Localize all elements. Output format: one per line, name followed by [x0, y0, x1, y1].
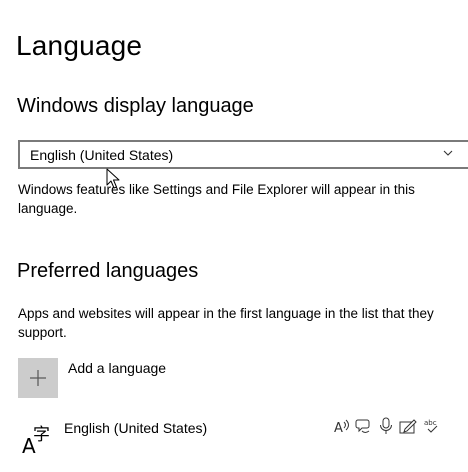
display-language-dropdown[interactable]: English (United States) — [18, 140, 468, 169]
preferred-languages-heading: Preferred languages — [17, 260, 199, 282]
text-to-speech-icon: A — [334, 419, 349, 435]
handwriting-icon — [399, 419, 417, 434]
page-title: Language — [16, 30, 143, 61]
plus-icon — [30, 370, 46, 386]
spell-check-icon: abc — [424, 419, 438, 433]
display-language-selected: English (United States) — [30, 147, 174, 163]
add-language-button[interactable] — [18, 358, 58, 398]
chevron-down-icon — [443, 150, 453, 156]
add-language-label[interactable]: Add a language — [68, 360, 166, 376]
svg-text:A: A — [334, 421, 343, 435]
svg-text:abc: abc — [424, 419, 437, 427]
microphone-icon — [380, 417, 392, 434]
mouse-cursor-icon — [106, 168, 120, 189]
display-language-heading: Windows display language — [17, 95, 254, 117]
speech-recognition-icon — [355, 419, 370, 433]
language-item-english-us[interactable]: English (United States) — [64, 420, 207, 436]
display-language-description: Windows features like Settings and File … — [18, 182, 415, 216]
svg-text:字: 字 — [33, 425, 50, 445]
preferred-languages-description: Apps and websites will appear in the fir… — [18, 306, 434, 340]
language-glyph-icon: A 字 — [22, 425, 50, 456]
